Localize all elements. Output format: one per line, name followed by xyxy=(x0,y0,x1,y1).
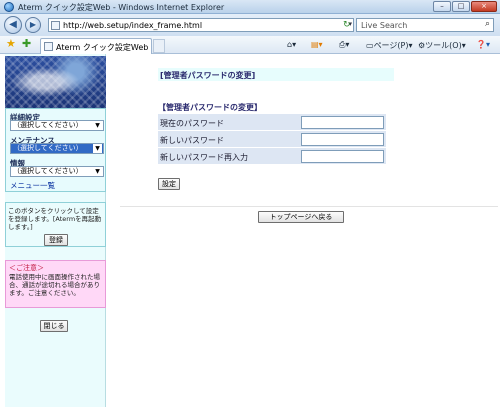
section-title: 【管理者パスワードの変更】 xyxy=(158,103,262,112)
top-page-button[interactable]: トップページへ戻る xyxy=(258,211,344,223)
aterm-banner-image xyxy=(5,56,106,108)
main-panel: [管理者パスワードの変更] 【管理者パスワードの変更】 現在のパスワード 新しい… xyxy=(106,54,500,407)
chevron-down-icon: ▼ xyxy=(93,167,102,176)
url-text: http://web.setup/index_frame.html xyxy=(63,21,203,30)
current-password-input[interactable] xyxy=(301,116,384,129)
page-title: [管理者パスワードの変更] xyxy=(160,71,256,80)
confirm-password-label: 新しいパスワード再入力 xyxy=(160,153,248,162)
chevron-down-icon: ▼ xyxy=(93,121,102,130)
page-menu-label: ページ(P) xyxy=(373,41,409,50)
current-password-label: 現在のパスワード xyxy=(160,119,224,128)
chevron-down-icon: ▼ xyxy=(93,144,102,153)
search-icon[interactable]: ⌕ xyxy=(485,19,490,29)
url-input[interactable]: http://web.setup/index_frame.html ▾ xyxy=(48,18,354,32)
info-value: （選択してください） xyxy=(13,167,83,175)
submit-button[interactable]: 設定 xyxy=(158,178,180,190)
new-password-input[interactable] xyxy=(301,133,384,146)
forward-button[interactable]: ▶ xyxy=(25,17,41,33)
page-title-box: [管理者パスワードの変更] xyxy=(158,68,394,81)
warning-heading: ＜ご注意＞ xyxy=(9,264,44,272)
page-menu[interactable]: ▭ページ(P)▾ xyxy=(366,40,412,51)
add-favorites-icon[interactable]: ✚ xyxy=(22,38,31,50)
close-button[interactable]: 閉じる xyxy=(40,320,68,332)
close-window-button[interactable]: × xyxy=(471,1,497,12)
back-button[interactable]: ◀ xyxy=(4,16,22,34)
forward-arrow-icon: ▶ xyxy=(29,20,37,29)
favorites-star-icon[interactable]: ★ xyxy=(6,38,16,50)
search-placeholder: Live Search xyxy=(361,21,408,30)
page-menu-icon: ▭ xyxy=(366,41,374,50)
window-titlebar: Aterm クイック設定Web - Windows Internet Explo… xyxy=(0,0,500,14)
tab-title: Aterm クイック設定Web xyxy=(56,43,149,52)
window-title: Aterm クイック設定Web - Windows Internet Explo… xyxy=(18,3,225,12)
page-content: 詳細設定 （選択してください） ▼ メンテナンス （選択してください） ▼ 情報… xyxy=(0,54,500,407)
help-icon[interactable]: ❓▾ xyxy=(476,40,490,49)
register-button[interactable]: 登録 xyxy=(44,234,68,246)
advanced-settings-value: （選択してください） xyxy=(13,121,83,129)
ie-logo-icon xyxy=(4,2,14,12)
page-icon xyxy=(51,21,60,30)
register-info-text: このボタンをクリックして設定を登録します。[Atermを再起動します。] xyxy=(8,207,102,231)
menu-list-link[interactable]: メニュー一覧 xyxy=(10,180,55,191)
form-row-new-password: 新しいパスワード xyxy=(158,131,386,148)
command-bar: ★ ✚ Aterm クイック設定Web ⌂▾ ▤▾ ⎙▾ ▭ページ(P)▾ ⚙ツ… xyxy=(0,36,500,54)
advanced-settings-select[interactable]: （選択してください） ▼ xyxy=(10,120,104,131)
address-toolbar: ◀ ▶ http://web.setup/index_frame.html ▾ … xyxy=(0,14,500,36)
new-password-label: 新しいパスワード xyxy=(160,136,224,145)
warning-box: ＜ご注意＞ 電話使用中に画面操作された場合、通話が途切れる場合があります。ご注意… xyxy=(5,260,106,308)
rss-feed-icon[interactable]: ▤▾ xyxy=(311,40,323,49)
confirm-password-input[interactable] xyxy=(301,150,384,163)
live-search-input[interactable]: Live Search ⌕ xyxy=(356,18,494,32)
maintenance-select[interactable]: （選択してください） ▼ xyxy=(10,143,104,154)
home-icon[interactable]: ⌂▾ xyxy=(287,40,296,49)
tools-menu-label: ツール(O) xyxy=(425,41,462,50)
form-row-confirm-password: 新しいパスワード再入力 xyxy=(158,148,386,165)
menu-box: 詳細設定 （選択してください） ▼ メンテナンス （選択してください） ▼ 情報… xyxy=(5,108,106,192)
printer-icon[interactable]: ⎙▾ xyxy=(339,40,349,50)
sidebar: 詳細設定 （選択してください） ▼ メンテナンス （選択してください） ▼ 情報… xyxy=(5,54,106,407)
maintenance-value: （選択してください） xyxy=(13,144,83,152)
minimize-button[interactable]: – xyxy=(433,1,451,12)
new-tab-button[interactable] xyxy=(153,39,165,53)
info-select[interactable]: （選択してください） ▼ xyxy=(10,166,104,177)
warning-text: 電話使用中に画面操作された場合、通話が途切れる場合があります。ご注意ください。 xyxy=(9,273,100,297)
form-row-current-password: 現在のパスワード xyxy=(158,114,386,131)
tools-menu[interactable]: ⚙ツール(O)▾ xyxy=(418,40,466,51)
refresh-icon[interactable]: ↻ xyxy=(343,19,351,31)
divider xyxy=(120,206,498,207)
maximize-button[interactable]: □ xyxy=(452,1,470,12)
tab-page-icon xyxy=(44,42,53,51)
back-arrow-icon: ◀ xyxy=(9,19,17,30)
tab-active[interactable]: Aterm クイック設定Web xyxy=(40,38,152,54)
